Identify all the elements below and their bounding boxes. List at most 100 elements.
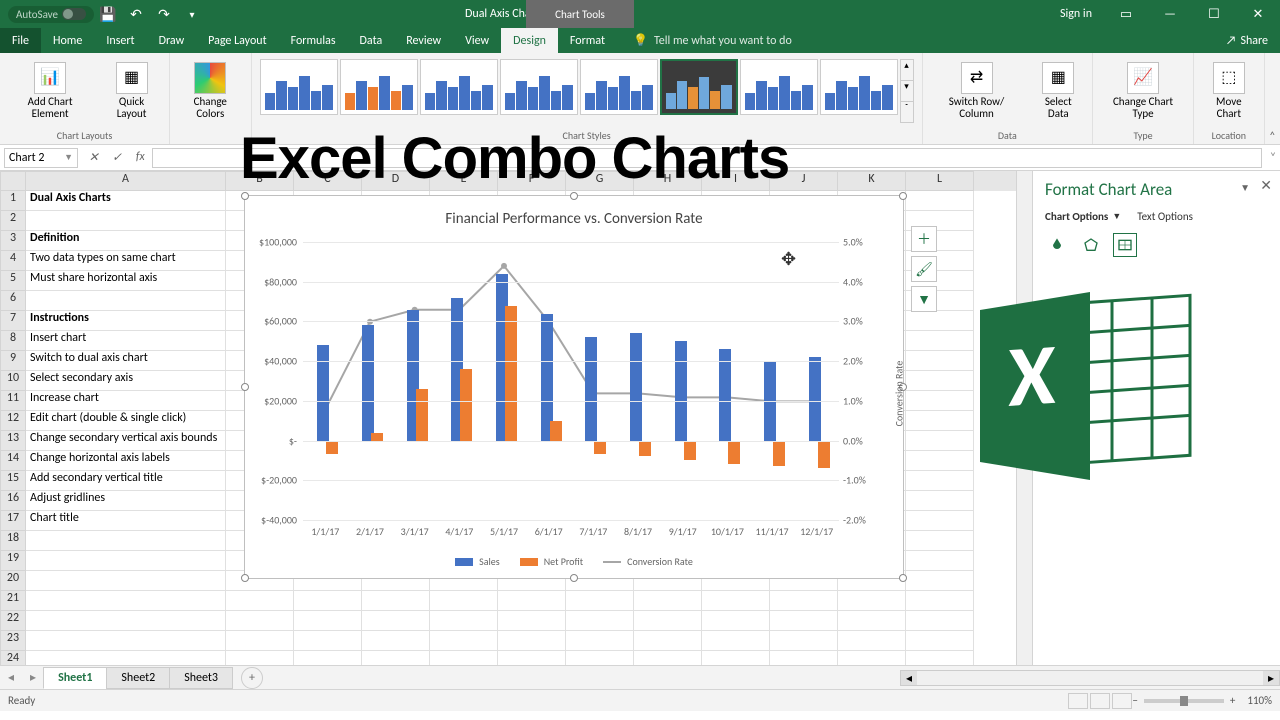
embedded-chart[interactable]: ✥ ＋ 🖌 ▼ Financial Performance vs. Conver… (244, 195, 904, 579)
cell[interactable] (906, 551, 974, 571)
cell[interactable] (226, 651, 294, 665)
cell[interactable] (906, 491, 974, 511)
tab-draw[interactable]: Draw (147, 28, 197, 53)
page-break-view-icon[interactable] (1112, 693, 1132, 709)
bar[interactable] (371, 433, 383, 441)
chart-style-2[interactable] (340, 59, 418, 115)
cell[interactable] (838, 651, 906, 665)
chart-filters-button[interactable]: ▼ (911, 286, 937, 312)
zoom-in-icon[interactable]: + (1230, 694, 1235, 707)
row-header[interactable]: 16 (0, 491, 26, 511)
row-header[interactable]: 6 (0, 291, 26, 311)
sheet-tab-1[interactable]: Sheet1 (43, 667, 107, 689)
chart-handle-nw[interactable] (241, 192, 249, 200)
cell[interactable] (906, 591, 974, 611)
chart-style-8[interactable] (820, 59, 898, 115)
row-header[interactable]: 19 (0, 551, 26, 571)
tab-format[interactable]: Format (558, 28, 617, 53)
cell[interactable]: Definition (26, 231, 226, 251)
cell[interactable] (26, 651, 226, 665)
bar[interactable] (818, 441, 830, 469)
row-header[interactable]: 2 (0, 211, 26, 231)
normal-view-icon[interactable] (1068, 693, 1088, 709)
cell[interactable] (634, 631, 702, 651)
cell[interactable] (430, 591, 498, 611)
tab-home[interactable]: Home (41, 28, 94, 53)
cell[interactable] (26, 591, 226, 611)
pane-options-icon[interactable]: ▼ (1240, 181, 1250, 194)
cell[interactable]: Dual Axis Charts (26, 191, 226, 211)
bar[interactable] (362, 325, 374, 440)
chart-style-6[interactable] (660, 59, 738, 115)
chart-style-3[interactable] (420, 59, 498, 115)
cell[interactable] (906, 451, 974, 471)
tab-page-layout[interactable]: Page Layout (196, 28, 278, 53)
bar[interactable] (594, 441, 606, 455)
cell[interactable] (226, 591, 294, 611)
tab-data[interactable]: Data (348, 28, 395, 53)
bar[interactable] (585, 337, 597, 440)
cell[interactable] (906, 651, 974, 665)
cell[interactable] (566, 591, 634, 611)
chart-legend[interactable]: Sales Net Profit Conversion Rate (245, 555, 903, 568)
cell[interactable]: Change horizontal axis labels (26, 451, 226, 471)
tab-design[interactable]: Design (501, 28, 558, 53)
cell[interactable] (362, 611, 430, 631)
cell[interactable] (634, 651, 702, 665)
row-header[interactable]: 3 (0, 231, 26, 251)
change-colors-button[interactable]: Change Colors (174, 55, 247, 127)
cell[interactable] (838, 611, 906, 631)
bar[interactable] (773, 441, 785, 467)
cell[interactable] (26, 611, 226, 631)
quick-layout-button[interactable]: ▦ Quick Layout (98, 55, 165, 127)
chart-styles-gallery[interactable]: ▴ ▾ ⁼ (256, 55, 918, 127)
row-header[interactable]: 5 (0, 271, 26, 291)
x-axis[interactable]: 1/1/172/1/173/1/174/1/175/1/176/1/177/1/… (303, 525, 839, 538)
cell[interactable] (26, 571, 226, 591)
cell[interactable] (906, 511, 974, 531)
fx-icon[interactable]: fx (129, 150, 152, 165)
sheet-nav-next-icon[interactable]: ▸ (22, 670, 44, 685)
cell[interactable] (294, 611, 362, 631)
page-layout-view-icon[interactable] (1090, 693, 1110, 709)
row-header[interactable]: 22 (0, 611, 26, 631)
cell[interactable]: Insert chart (26, 331, 226, 351)
cell[interactable] (362, 591, 430, 611)
cell[interactable] (294, 591, 362, 611)
cell[interactable] (906, 631, 974, 651)
cell[interactable] (906, 311, 974, 331)
cell[interactable]: Two data types on same chart (26, 251, 226, 271)
cell[interactable] (26, 531, 226, 551)
cell[interactable] (430, 651, 498, 665)
cell[interactable] (498, 591, 566, 611)
bar[interactable] (630, 333, 642, 440)
cell[interactable]: Select secondary axis (26, 371, 226, 391)
zoom-level[interactable]: 110% (1247, 694, 1272, 707)
row-header[interactable]: 11 (0, 391, 26, 411)
cell[interactable] (26, 211, 226, 231)
cell[interactable] (906, 431, 974, 451)
cell[interactable] (294, 631, 362, 651)
tab-review[interactable]: Review (394, 28, 453, 53)
cell[interactable] (294, 651, 362, 665)
chart-handle-ne[interactable] (899, 192, 907, 200)
collapse-ribbon-icon[interactable]: ˄ (1265, 53, 1280, 144)
chart-title[interactable]: Financial Performance vs. Conversion Rat… (245, 196, 903, 236)
secondary-axis-title[interactable]: Conversion Rate (893, 361, 906, 427)
chart-style-4[interactable] (500, 59, 578, 115)
bar[interactable] (675, 341, 687, 440)
cell[interactable] (906, 331, 974, 351)
legend-net-profit[interactable]: Net Profit (520, 555, 583, 568)
cell[interactable] (634, 591, 702, 611)
save-icon[interactable]: 💾 (98, 4, 118, 24)
fill-line-icon[interactable] (1045, 233, 1069, 257)
worksheet[interactable]: A B C D E F G H I J K L 1Dual Axis Chart… (0, 171, 1016, 665)
row-header[interactable]: 21 (0, 591, 26, 611)
bar[interactable] (326, 441, 338, 455)
col-header-k[interactable]: K (838, 171, 906, 191)
col-header-l[interactable]: L (906, 171, 974, 191)
cell[interactable]: Chart title (26, 511, 226, 531)
close-icon[interactable]: ✕ (1236, 0, 1280, 28)
tab-file[interactable]: File (0, 28, 41, 53)
bar[interactable] (809, 357, 821, 440)
